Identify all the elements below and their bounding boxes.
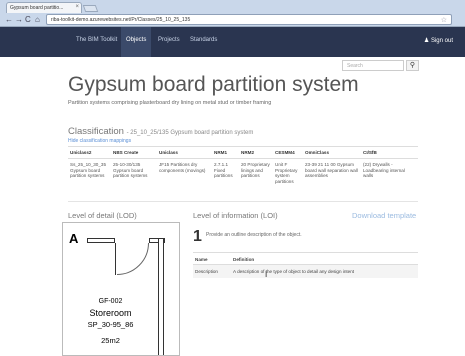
loi-table: Name Definition Description A descriptio… [193,252,418,278]
table-header: OmniClass [305,150,329,155]
lod-heading: Level of detail (LOD) [68,211,137,220]
nav-item-objects[interactable]: Objects [121,27,152,57]
text-cursor-icon: I [265,270,268,279]
classification-code: - 25_10_25/135 Gypsum board partition sy… [126,130,254,136]
search-button[interactable]: ⚲ [406,60,419,71]
wall-segment [87,238,115,243]
table-row: Ss_25_10_30_35 Gypsum board partition sy… [68,159,418,189]
table-header: NBS Create [113,150,139,155]
table-header-row: Uniclass2 NBS Create Uniclass NRM1 NRM2 … [68,147,418,159]
table-header: Name [195,257,208,262]
table-header: CI/SfB [363,150,377,155]
tab-title: Gypsum board partitio... [10,5,64,11]
table-header: Definition [233,257,255,262]
site-navbar: The BIM Toolkit Objects Projects Standar… [0,27,465,57]
url-text: riba-toolkit-demo.azurewebsites.net/Pr/C… [51,17,191,23]
lod-drawing: A GF-002 Storeroom SP_30-95_86 25m2 [62,222,180,356]
table-header: NRM1 [214,150,228,155]
room-name: Storeroom [89,308,132,318]
sign-out-link[interactable]: ♟ Sign out [424,37,453,44]
classification-label: Classification [68,126,124,137]
table-cell: A description of the type of object to d… [233,269,355,274]
nav-item-projects[interactable]: Projects [158,37,180,43]
table-cell: (22) Drywalls - Loadbearing internal wal… [363,162,405,179]
section-divider [68,201,418,202]
table-cell: Ss_25_10_30_35 Gypsum board partition sy… [70,162,107,179]
brand-link[interactable]: The BIM Toolkit [76,37,117,43]
step-number: 1 [193,228,202,245]
search-input[interactable]: Search [342,60,404,71]
table-cell: Description [195,269,218,274]
room-area: 25m2 [101,336,120,345]
door-leaf [115,243,116,275]
person-icon: ♟ [423,38,431,44]
browser-nav-row: ← → C ⌂ riba-toolkit-demo.azurewebsites.… [0,13,465,27]
page-subtitle: Partition systems comprising plasterboar… [68,100,272,106]
browser-tab[interactable]: Gypsum board partitio... × [6,2,82,13]
download-template-link[interactable]: Download template [352,211,416,220]
table-cell: 20 Proprietary linings and partitions [241,162,270,179]
table-cell: 23-39 21 11 00 Gypsum board wall separat… [305,162,358,179]
wall-segment [158,238,164,355]
door-swing [117,243,149,275]
table-header: Uniclass [159,150,178,155]
close-icon[interactable]: × [75,4,79,10]
search-icon: ⚲ [409,62,416,69]
table-cell: 25-10-30/135 Gypsum board partition syst… [113,162,148,179]
classification-heading: Classification - 25_10_25/135 Gypsum boa… [68,126,253,137]
new-tab-button[interactable] [82,5,99,12]
page-title: Gypsum board partition system [68,73,359,96]
reload-icon[interactable]: C [25,15,31,25]
sign-out-label: Sign out [430,38,453,44]
table-cell: 2.7.1.1 Fixed partitions [214,162,233,179]
drawing-label: A [69,231,79,246]
nav-item-standards[interactable]: Standards [190,37,217,43]
table-cell: JF15 Partitions dry components (movings) [159,162,206,173]
table-header: NRM2 [241,150,255,155]
hide-mappings-link[interactable]: Hide classification mappings [68,138,131,144]
bookmark-star-icon[interactable]: ☆ [441,16,447,24]
browser-chrome: Gypsum board partitio... × ← → C ⌂ riba-… [0,0,465,27]
table-header: Uniclass2 [70,150,92,155]
room-ref: SP_30-95_86 [87,320,134,329]
back-icon[interactable]: ← [5,15,13,25]
address-bar[interactable]: riba-toolkit-demo.azurewebsites.net/Pr/C… [46,14,452,25]
table-header: CESMM4 [275,150,295,155]
forward-icon[interactable]: → [15,15,23,25]
home-icon[interactable]: ⌂ [35,15,40,25]
classification-table: Uniclass2 NBS Create Uniclass NRM1 NRM2 … [68,146,418,189]
table-cell: Unit F Proprietary system partitions [275,162,298,185]
step-description: Provide an outline description of the ob… [206,232,302,238]
room-code: GF-002 [98,298,123,305]
table-row: Description A description of the type of… [193,264,418,278]
loi-heading: Level of information (LOI) [193,211,278,220]
table-header-row: Name Definition [193,252,418,264]
